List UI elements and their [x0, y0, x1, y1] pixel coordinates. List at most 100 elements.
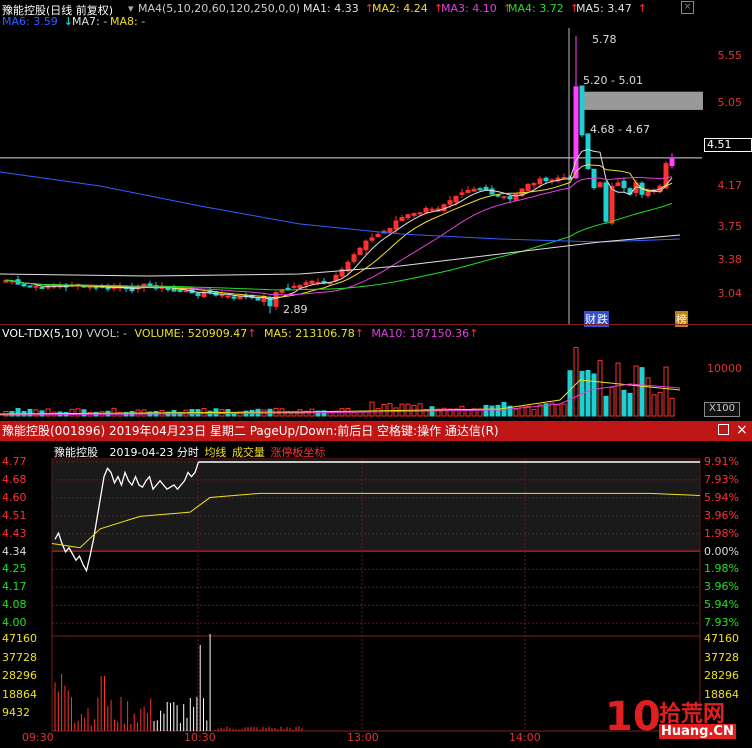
- candle-body: [21, 283, 27, 287]
- ma3-label: MA3: 4.10 ↑: [441, 2, 512, 15]
- candle-body: [27, 285, 33, 288]
- ma4-label: MA4: 3.72 ↑: [508, 2, 579, 15]
- ma1-line: [5, 148, 673, 300]
- volume-bar: [561, 403, 567, 417]
- volume-axis-tick: 37728: [2, 650, 37, 664]
- volume-axis-tick: 28296: [2, 669, 37, 683]
- candle-body: [405, 214, 411, 219]
- candle-body: [513, 193, 519, 201]
- time-label: 10:30: [184, 731, 216, 744]
- candle-body: [39, 286, 45, 289]
- volume-bar: [651, 394, 657, 417]
- candle-body: [363, 240, 369, 251]
- candle-body: [471, 188, 477, 192]
- candle-body: [489, 188, 495, 195]
- volume-bar: [621, 389, 627, 417]
- percent-axis-tick: 1.98%: [704, 526, 739, 540]
- candle-body: [501, 196, 507, 199]
- volume-bar: [669, 397, 675, 417]
- time-label: 13:00: [347, 731, 379, 744]
- time-label: 09:30: [22, 731, 54, 744]
- ma-params[interactable]: MA4(5,10,20,60,120,250,0,0): [138, 2, 300, 15]
- ma7-label: MA7: -: [72, 15, 108, 28]
- candle-body: [525, 183, 531, 191]
- price-axis-tick: 4.08: [2, 598, 27, 612]
- candle-body: [597, 182, 603, 188]
- volume-unit-box: X100: [704, 402, 740, 417]
- price-axis-tick: 4.17: [2, 580, 27, 594]
- candle-body: [477, 188, 483, 191]
- ma2-line: [5, 164, 673, 299]
- volume-axis-tick: 18864: [2, 687, 37, 701]
- gap-annotation: 5.20 - 5.01: [583, 74, 643, 87]
- watermark-logo: 10 拾荒网 Huang.CN: [605, 694, 745, 746]
- candle-body: [453, 195, 459, 203]
- candle-body: [351, 254, 357, 262]
- candle-body: [303, 282, 309, 285]
- close-icon[interactable]: ×: [736, 422, 748, 438]
- volume-bar: [591, 373, 597, 417]
- price-axis-tick: 4.60: [2, 490, 27, 504]
- volume-axis-tick: 37728: [704, 650, 739, 664]
- ma8-label: MA8: -: [110, 15, 146, 28]
- candle-body: [531, 183, 537, 186]
- candle-body: [459, 192, 465, 195]
- volume-bar: [639, 367, 645, 417]
- candle-body: [669, 157, 675, 167]
- close-icon[interactable]: ×: [681, 1, 694, 14]
- volume-bar: [567, 370, 573, 417]
- percent-axis-tick: 3.96%: [704, 508, 739, 522]
- candle-body: [495, 194, 501, 197]
- volume-axis-tick: 28296: [704, 669, 739, 683]
- candle-body: [87, 286, 93, 289]
- candle-body: [417, 212, 423, 215]
- percent-axis-tick: 5.94%: [704, 598, 739, 612]
- chevron-down-icon[interactable]: ▾: [128, 2, 134, 15]
- volume-axis-tick: 47160: [704, 632, 739, 645]
- volume-bar: [351, 411, 357, 417]
- percent-axis-tick: 1.98%: [704, 562, 739, 576]
- volume-bar: [633, 365, 639, 417]
- candle-body: [537, 178, 543, 185]
- price-tick: 3.38: [717, 253, 743, 266]
- kline-indicator-bar: 豫能控股(日线 前复权) ▾ MA4(5,10,20,60,120,250,0,…: [0, 0, 752, 28]
- candle-body: [609, 185, 615, 224]
- volume-bar: [531, 408, 537, 417]
- candle-body: [219, 294, 225, 297]
- divider: [0, 324, 752, 325]
- maximize-icon[interactable]: [718, 424, 729, 435]
- price-tick: 5.05: [717, 96, 743, 109]
- volume-bar: [111, 407, 117, 417]
- volume-axis-tick: 10000: [707, 362, 742, 375]
- volume-bar: [609, 387, 615, 417]
- price-axis-tick: 4.77: [2, 455, 27, 468]
- candle-body: [387, 228, 393, 233]
- kline-chart[interactable]: [0, 28, 752, 324]
- candle-body: [429, 208, 435, 211]
- ma5-label: MA5: 3.47 ↑: [576, 2, 647, 15]
- volume-bar: [657, 391, 663, 417]
- ma6-line: [0, 171, 681, 243]
- candle-body: [357, 247, 363, 255]
- price-axis-tick: 4.43: [2, 526, 27, 540]
- candle-body: [255, 298, 261, 301]
- volume-bar: [555, 404, 561, 417]
- volume-bar: [513, 408, 519, 417]
- price-tick: 5.55: [717, 49, 743, 62]
- candle-body: [297, 284, 303, 289]
- volume-chart[interactable]: [0, 338, 752, 418]
- candle-body: [369, 237, 375, 241]
- volume-bar: [603, 395, 609, 417]
- candle-body: [105, 287, 111, 290]
- candle-body: [645, 191, 651, 197]
- volume-bar: [81, 409, 87, 417]
- candle-body: [165, 287, 171, 291]
- candle-body: [543, 177, 549, 182]
- chevron-down-icon[interactable]: [0, 326, 11, 337]
- ma2-label: MA2: 4.24 ↑: [372, 2, 443, 15]
- candle-body: [291, 285, 297, 288]
- price-tick: 3.04: [717, 287, 743, 300]
- candle-body: [225, 295, 231, 298]
- candle-body: [375, 233, 381, 237]
- candle-body: [345, 261, 351, 272]
